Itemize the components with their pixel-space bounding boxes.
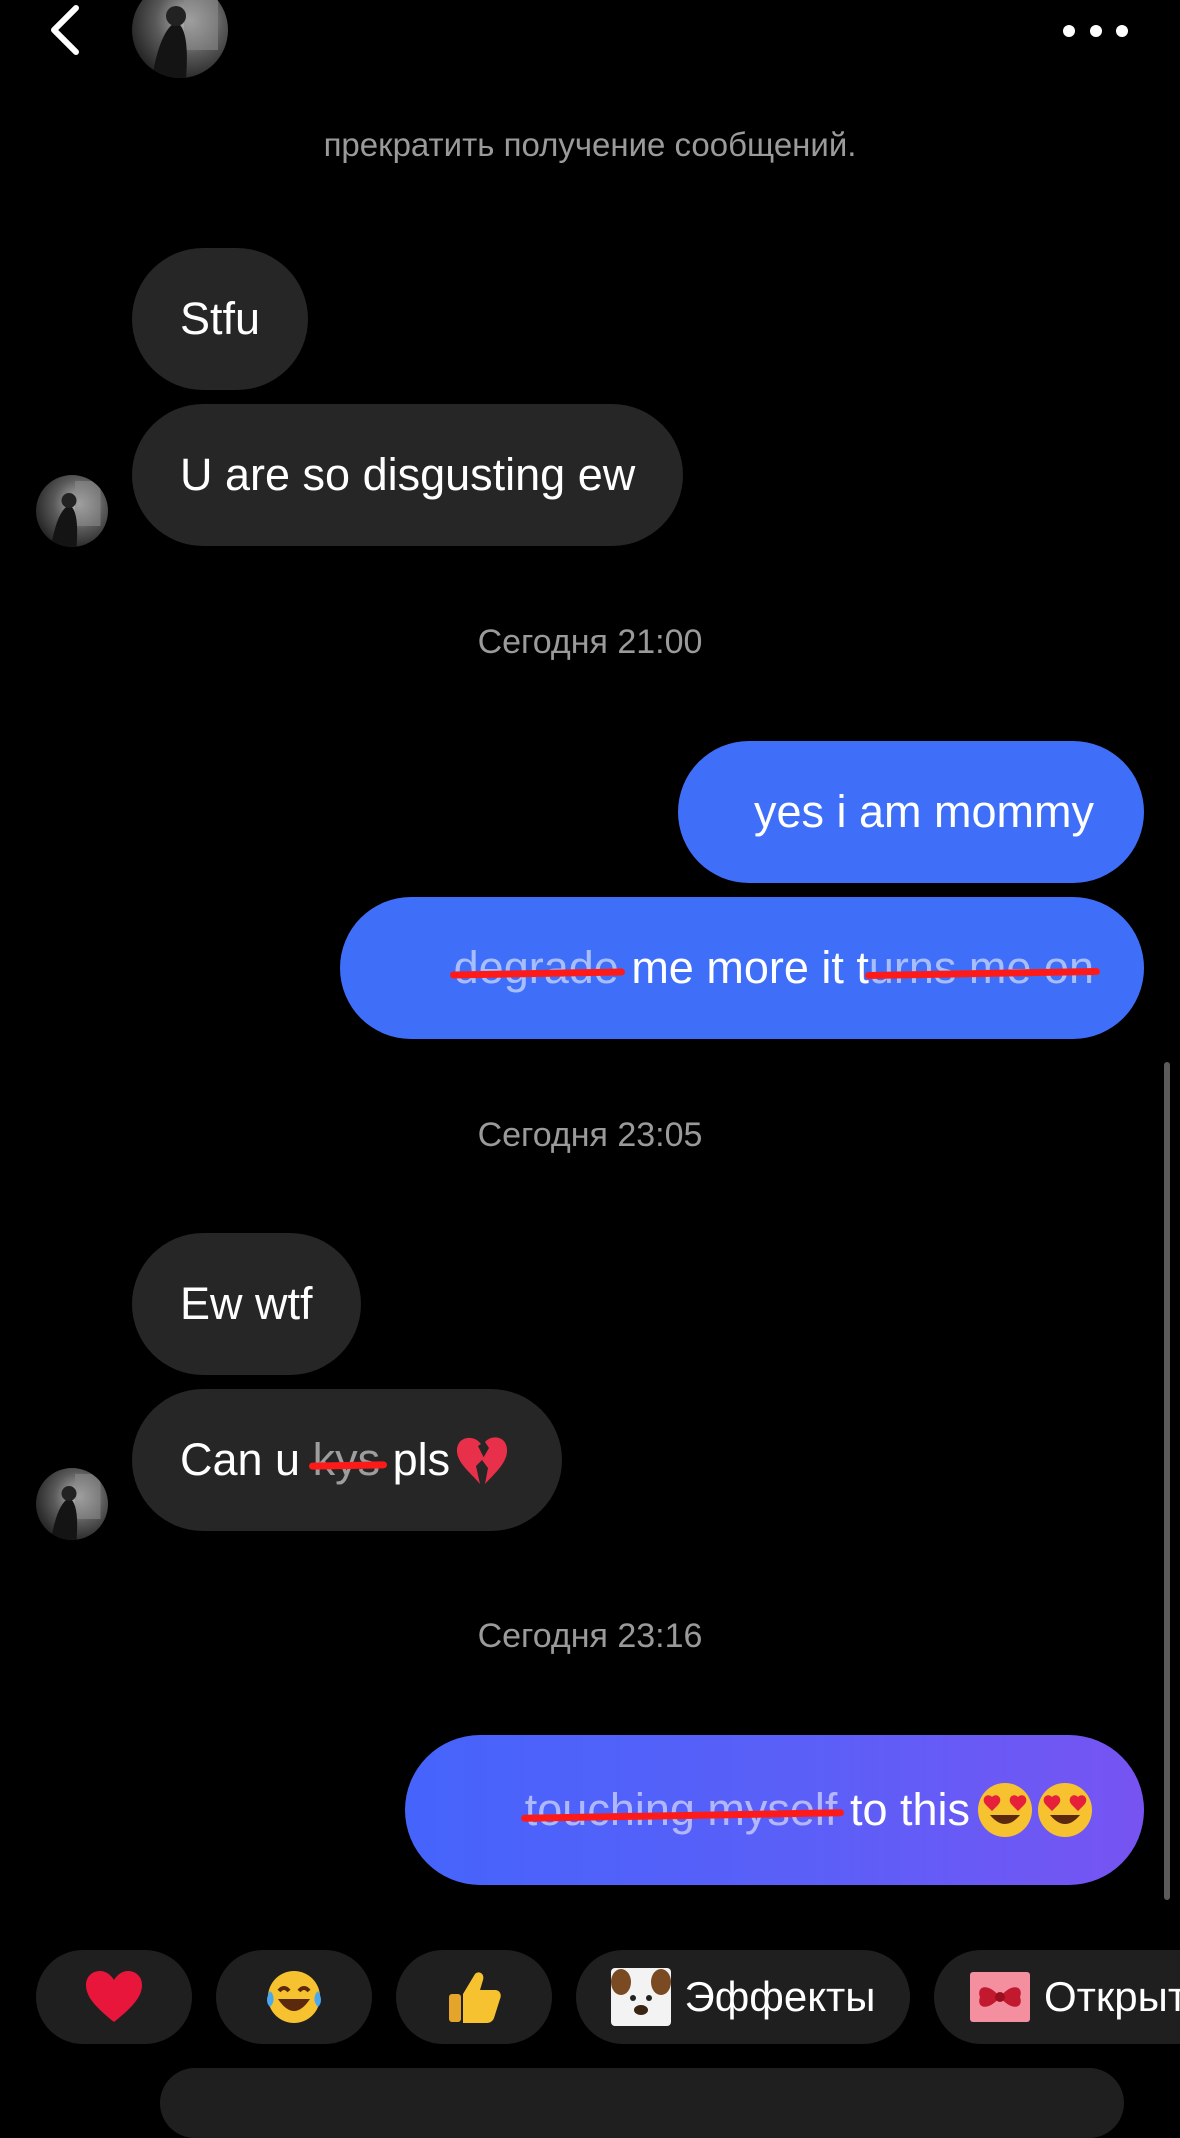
outgoing-message[interactable]: degrade me more it turns me on (340, 897, 1144, 1039)
back-button[interactable] (40, 0, 100, 62)
avatar-image (36, 1468, 108, 1540)
dog-filter-icon (610, 1968, 671, 2026)
outgoing-message[interactable]: touching myself to this (405, 1735, 1144, 1885)
system-notice: прекратить получение сообщений. (323, 126, 857, 163)
struck-text: kys (308, 1434, 387, 1486)
incoming-message[interactable]: Stfu (132, 248, 309, 390)
thumbs-up-icon (449, 1972, 501, 2023)
more-horizontal-icon (1063, 25, 1128, 37)
scrollbar[interactable] (1164, 1062, 1170, 1900)
message-text: Ew wtf (180, 1278, 313, 1329)
red-strike-mark (308, 1461, 387, 1470)
heart-icon (86, 1971, 142, 2022)
struck-text: urns me on (864, 942, 1101, 994)
reaction-laugh-button[interactable] (216, 1950, 372, 2044)
timestamp: Сегодня 23:16 (477, 1617, 703, 1655)
gift-icon (970, 1972, 1030, 2022)
message-text: degrade me more it turns me on (449, 942, 1101, 994)
open-label: Открыт (1044, 1973, 1180, 2020)
open-gift-button[interactable]: Открыт (934, 1950, 1180, 2044)
effects-label: Эффекты (684, 1973, 876, 2020)
sender-avatar[interactable] (36, 1468, 108, 1540)
struck-text: degrade (449, 942, 625, 994)
message-composer[interactable] (160, 2068, 1124, 2138)
message-text: Can u kys pls (180, 1434, 451, 1486)
incoming-message[interactable]: U are so disgusting ew (132, 404, 684, 546)
tears-of-joy-icon (267, 1971, 321, 2023)
timestamp: Сегодня 23:05 (477, 1116, 703, 1154)
heart-eyes-emoji-icon (1038, 1783, 1092, 1837)
incoming-message[interactable]: Ew wtf (132, 1233, 361, 1375)
avatar-image (132, 0, 228, 78)
message-text: U are so disgusting ew (180, 449, 636, 500)
effects-button[interactable]: Эффекты (576, 1950, 910, 2044)
message-text: Stfu (180, 293, 261, 344)
timestamp: Сегодня 21:00 (477, 623, 703, 661)
sender-avatar[interactable] (36, 475, 108, 547)
chevron-left-icon (51, 5, 79, 55)
outgoing-message[interactable]: yes i am mommy (678, 741, 1144, 883)
contact-avatar[interactable] (132, 0, 228, 78)
reaction-thumbs-up-button[interactable] (396, 1950, 552, 2044)
more-options-button[interactable] (1060, 16, 1130, 46)
incoming-message[interactable]: Can u kys pls (132, 1389, 563, 1531)
broken-heart-icon (457, 1437, 508, 1484)
heart-eyes-emoji-icon (978, 1783, 1032, 1837)
message-text: yes i am mommy (753, 786, 1094, 837)
avatar-image (36, 475, 108, 547)
reaction-heart-button[interactable] (36, 1950, 192, 2044)
message-text: touching myself to this (520, 1784, 970, 1836)
struck-text: touching myself (520, 1784, 844, 1836)
